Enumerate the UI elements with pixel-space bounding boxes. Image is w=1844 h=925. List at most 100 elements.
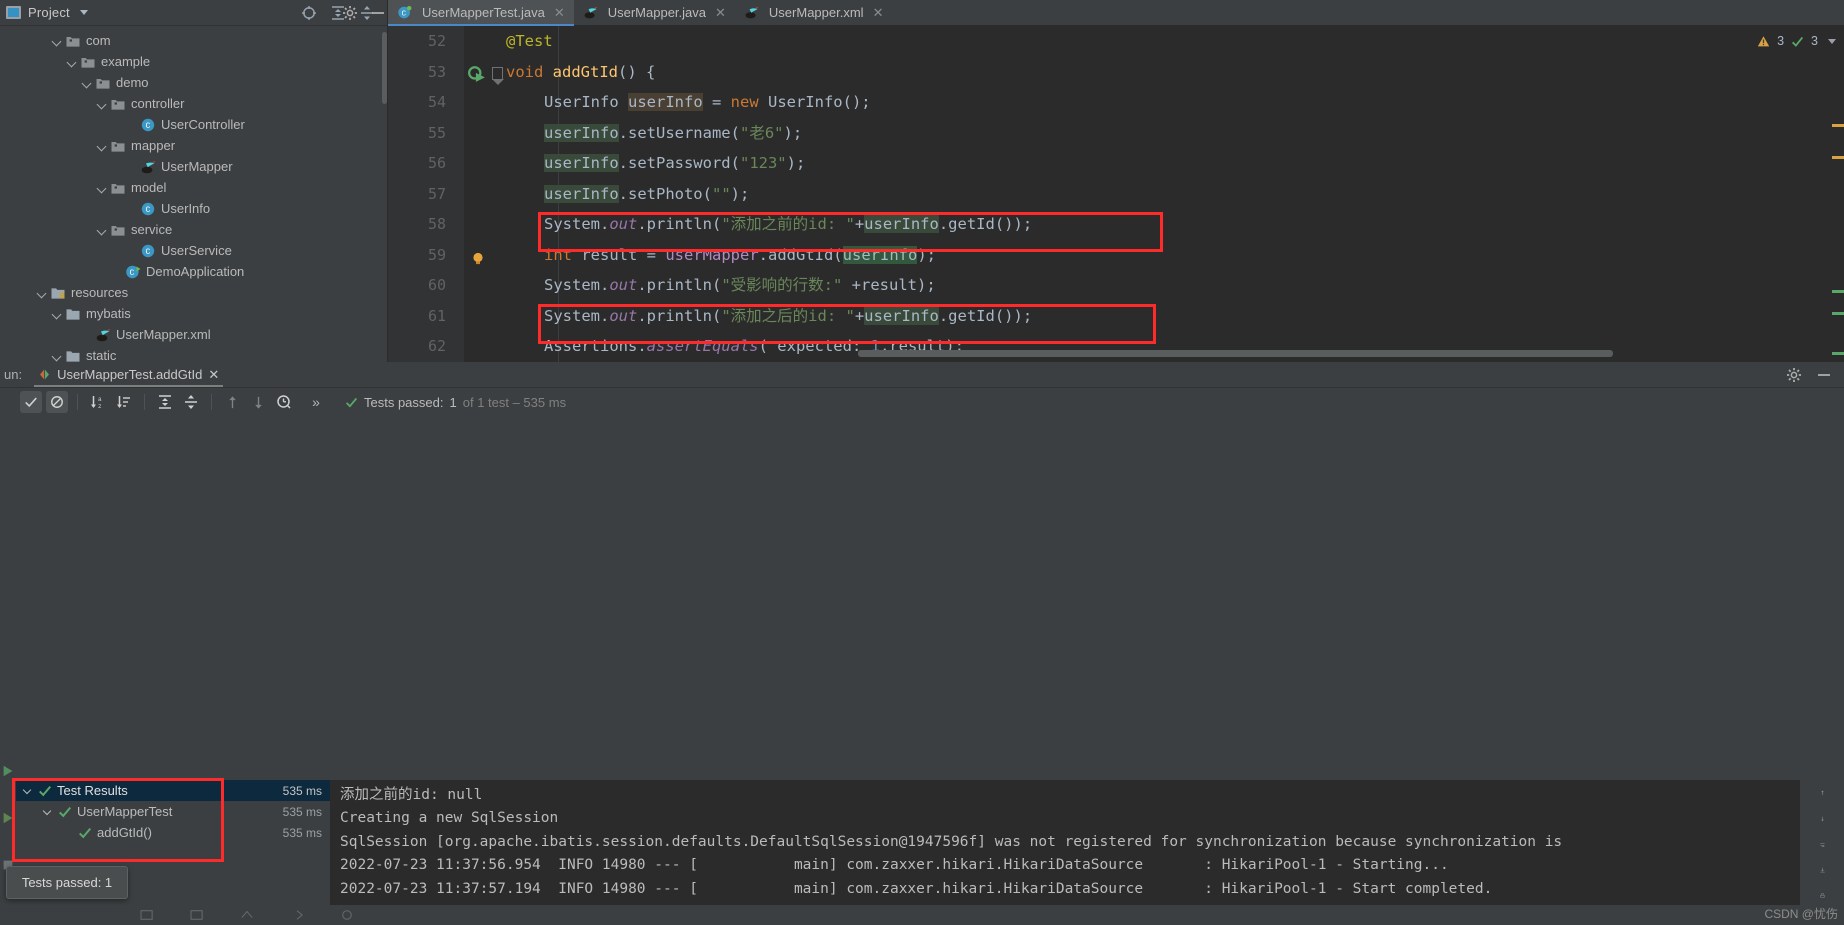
status-icon-2[interactable] bbox=[190, 909, 204, 921]
stripe-warning-mark[interactable] bbox=[1832, 124, 1844, 127]
stripe-weak-mark[interactable] bbox=[1832, 290, 1844, 293]
test-tree-node[interactable]: addGtId() 535 ms bbox=[16, 822, 330, 843]
project-tree-node[interactable]: example bbox=[0, 51, 387, 72]
project-tree-node[interactable]: UserMapper.xml bbox=[0, 324, 387, 345]
settings-gear-icon[interactable] bbox=[1786, 367, 1802, 383]
run-window-tab-bar: un: UserMapperTest.addGtId ✕ bbox=[0, 362, 1844, 388]
line-number: 53 bbox=[427, 62, 446, 81]
project-tree-node-label: UserService bbox=[161, 243, 232, 258]
chevron-down-icon[interactable] bbox=[79, 10, 88, 15]
run-window-label: un: bbox=[4, 367, 23, 382]
status-icon-3[interactable] bbox=[240, 909, 254, 921]
chevron-down-icon[interactable] bbox=[96, 224, 108, 236]
chevron-down-icon[interactable] bbox=[51, 350, 63, 362]
chevron-down-icon[interactable] bbox=[81, 77, 93, 89]
soft-wrap-icon[interactable] bbox=[1814, 842, 1831, 848]
chevron-down-icon[interactable] bbox=[96, 182, 108, 194]
chevron-down-icon[interactable] bbox=[51, 35, 63, 47]
run-icon[interactable] bbox=[1, 764, 15, 778]
sort-alphabetically-button[interactable]: a z bbox=[87, 391, 109, 413]
package-icon bbox=[111, 225, 125, 236]
code-editor[interactable]: 52 @Test 53 void addGtId() {54 UserInfo user… bbox=[388, 26, 1844, 362]
svg-text:a: a bbox=[98, 396, 102, 403]
close-icon[interactable]: ✕ bbox=[208, 367, 219, 383]
scroll-down-icon[interactable] bbox=[1814, 816, 1831, 822]
expand-all-button[interactable] bbox=[154, 391, 176, 413]
test-duration: 535 ms bbox=[282, 804, 322, 819]
test-tree-node[interactable]: Test Results 535 ms bbox=[16, 780, 330, 801]
hide-window-icon[interactable] bbox=[1816, 367, 1832, 383]
hide-window-icon[interactable] bbox=[370, 5, 386, 21]
chevron-down-icon[interactable] bbox=[96, 140, 108, 152]
tests-passed-notification[interactable]: Tests passed: 1 bbox=[6, 866, 128, 899]
scroll-to-end-icon[interactable] bbox=[1814, 867, 1831, 873]
project-tree-node[interactable]: C UserInfo bbox=[0, 198, 387, 219]
test-results-tree[interactable]: Test Results 535 ms UserMapperTest 535 ms ad… bbox=[16, 780, 330, 925]
error-stripe-bar[interactable] bbox=[1832, 52, 1844, 362]
run-tab-usermappertest-addgtid[interactable]: UserMapperTest.addGtId ✕ bbox=[28, 362, 229, 387]
close-icon[interactable]: ✕ bbox=[554, 5, 565, 21]
code-text: UserInfo userInfo = new UserInfo(); bbox=[544, 93, 871, 111]
project-tree-node[interactable]: C DemoApplication bbox=[0, 261, 387, 282]
collapse-all-button[interactable] bbox=[180, 391, 202, 413]
project-tree-node[interactable]: demo bbox=[0, 72, 387, 93]
status-icon-1[interactable] bbox=[140, 909, 154, 921]
previous-failed-test-button[interactable] bbox=[221, 391, 243, 413]
project-tree-node[interactable]: resources bbox=[0, 282, 387, 303]
next-failed-test-button[interactable] bbox=[247, 391, 269, 413]
run-test-gutter-icon[interactable] bbox=[468, 63, 486, 82]
sort-by-duration-button[interactable] bbox=[113, 391, 135, 413]
more-options-button[interactable]: » bbox=[305, 391, 327, 413]
chevron-down-icon[interactable] bbox=[1828, 38, 1836, 44]
show-passed-toggle[interactable] bbox=[20, 391, 42, 413]
hide-ignored-toggle[interactable] bbox=[46, 391, 68, 413]
console-output[interactable]: 添加之前的id: null Creating a new SqlSession Sq… bbox=[330, 780, 1800, 925]
editor-horizontal-scrollbar[interactable] bbox=[858, 350, 1826, 357]
editor-tab-usermappertest-java[interactable]: C UserMapperTest.java ✕ bbox=[388, 0, 574, 26]
editor-tab-usermapper-xml[interactable]: UserMapper.xml ✕ bbox=[735, 0, 893, 25]
print-icon[interactable] bbox=[1814, 893, 1831, 899]
project-tree-node[interactable]: controller bbox=[0, 93, 387, 114]
chevron-down-icon[interactable] bbox=[66, 56, 78, 68]
test-history-button[interactable] bbox=[273, 391, 295, 413]
project-tree-node[interactable]: mapper bbox=[0, 135, 387, 156]
project-tree-node[interactable]: com bbox=[0, 30, 387, 51]
project-tree-node[interactable]: mybatis bbox=[0, 303, 387, 324]
editor-tab-bar[interactable]: C UserMapperTest.java ✕ UserMapper.java ✕ Use… bbox=[388, 0, 1844, 26]
close-icon[interactable]: ✕ bbox=[715, 5, 726, 21]
project-select-target-icon[interactable] bbox=[301, 5, 317, 21]
stripe-weak-mark[interactable] bbox=[1832, 312, 1844, 315]
project-panel-header: Project bbox=[0, 0, 387, 26]
project-tree-node[interactable]: model bbox=[0, 177, 387, 198]
project-tree-node[interactable]: UserMapper bbox=[0, 156, 387, 177]
code-line: 55 userInfo.setUsername("老6"); bbox=[388, 118, 1844, 149]
chevron-down-icon[interactable] bbox=[96, 98, 108, 110]
chevron-down-icon[interactable] bbox=[42, 806, 54, 818]
settings-gear-icon[interactable] bbox=[342, 5, 358, 21]
editor-tab-usermapper-java[interactable]: UserMapper.java ✕ bbox=[574, 0, 735, 25]
rerun-icon[interactable] bbox=[1, 811, 15, 825]
scroll-up-icon[interactable] bbox=[1814, 790, 1831, 796]
project-tree-node-label: com bbox=[86, 33, 111, 48]
package-icon bbox=[66, 36, 80, 47]
test-tree-node[interactable]: UserMapperTest 535 ms bbox=[16, 801, 330, 822]
green-check-icon bbox=[79, 827, 92, 838]
chevron-down-icon[interactable] bbox=[51, 308, 63, 320]
stripe-warning-mark[interactable] bbox=[1832, 156, 1844, 159]
project-tree-node[interactable]: C UserController bbox=[0, 114, 387, 135]
close-icon[interactable]: ✕ bbox=[873, 5, 884, 21]
status-icon-5[interactable] bbox=[340, 909, 354, 921]
code-fold-handle[interactable] bbox=[492, 66, 504, 85]
project-tree-node[interactable]: C UserService bbox=[0, 240, 387, 261]
status-icon-4[interactable] bbox=[290, 909, 304, 921]
stripe-weak-mark[interactable] bbox=[1832, 352, 1844, 355]
project-scrollbar[interactable] bbox=[382, 32, 387, 104]
chevron-down-icon[interactable] bbox=[22, 785, 34, 797]
intention-bulb-icon[interactable] bbox=[470, 247, 486, 264]
chevron-down-icon[interactable] bbox=[36, 287, 48, 299]
project-file-tree[interactable]: com example demo controller C UserController m… bbox=[0, 26, 387, 366]
project-tree-node[interactable]: service bbox=[0, 219, 387, 240]
inspections-widget[interactable]: 3 3 bbox=[1757, 34, 1836, 48]
